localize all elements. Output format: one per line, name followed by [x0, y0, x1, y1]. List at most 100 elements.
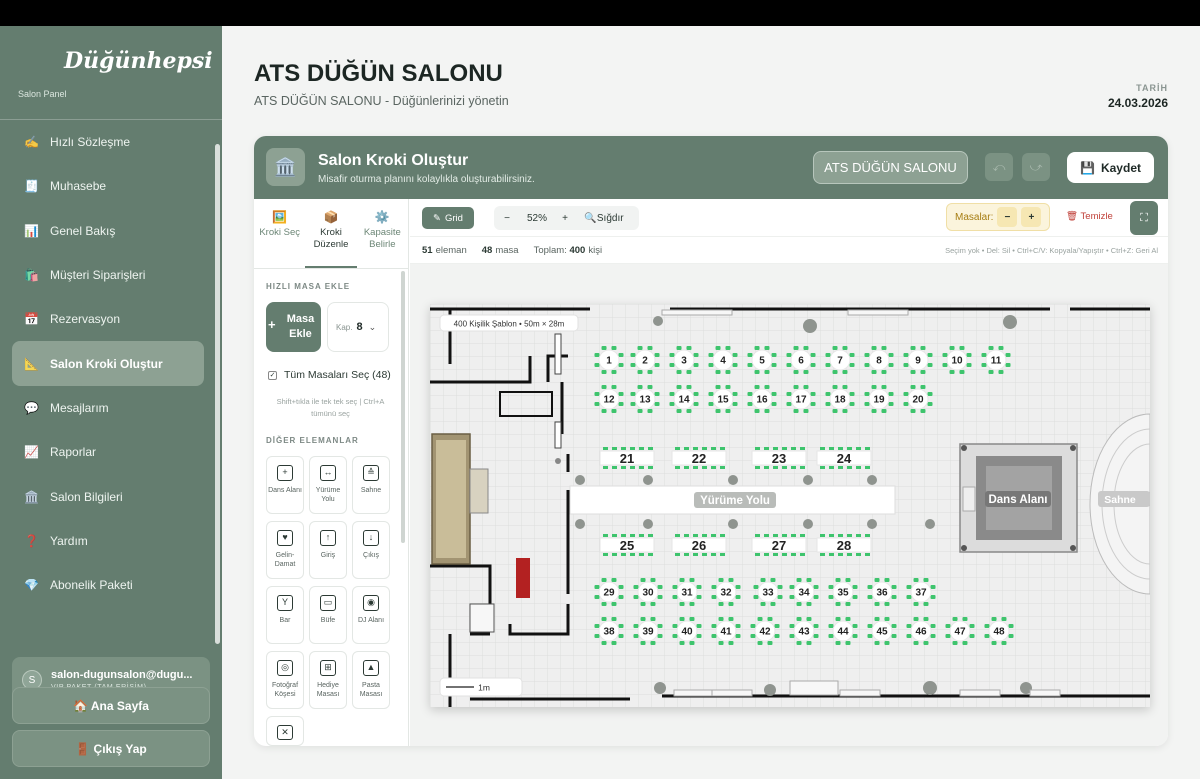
element-tile[interactable]: ◎ Fotoğraf Köşesi: [266, 651, 304, 709]
home-button[interactable]: 🏠 Ana Sayfa: [12, 687, 210, 724]
chair: [708, 401, 714, 406]
element-tile[interactable]: ↔ Yürüme Yolu: [309, 456, 347, 514]
sidebar-item-mesajlarim[interactable]: 💬 Mesajlarım: [12, 386, 204, 430]
chair: [618, 624, 624, 629]
chair: [689, 641, 695, 646]
salon-select-button[interactable]: ATS DÜĞÜN SALONU: [813, 151, 968, 184]
chair: [810, 362, 816, 367]
sidebar-item-muhasebe[interactable]: 🧾 Muhasebe: [12, 164, 204, 208]
chair: [693, 466, 698, 469]
add-table-quick-button[interactable]: +: [1021, 207, 1042, 227]
triangle-ruler-icon: 📐: [24, 356, 39, 371]
sidebar-item-rezervasyon[interactable]: 📅 Rezervasyon: [12, 297, 204, 341]
zoom-out-button[interactable]: −: [494, 213, 520, 224]
panel-scrollbar[interactable]: [401, 271, 405, 543]
sidebar-item-salon-kroki[interactable]: 📐 Salon Kroki Oluştur: [12, 341, 204, 386]
element-tile[interactable]: ✕: [266, 716, 304, 746]
sidebar-scrollbar[interactable]: [215, 144, 220, 644]
element-label: Giriş: [320, 552, 336, 559]
floor-plan-svg[interactable]: Yürüme Yolu Dans Alanı Sahne 1 2 3 4 5 6…: [430, 304, 1151, 707]
tab-kroki-duzenle[interactable]: 📦 Kroki Düzenle: [305, 199, 357, 268]
chair: [676, 345, 682, 350]
capacity-select[interactable]: Kap. 8 ⌄: [327, 302, 389, 352]
table-number: 25: [620, 538, 634, 553]
chair: [952, 616, 958, 621]
table-number: 12: [603, 395, 615, 406]
logout-button[interactable]: 🚪 Çıkış Yap: [12, 730, 210, 767]
element-label: Fotoğraf Köşesi: [271, 682, 299, 698]
add-table-button[interactable]: + Masa Ekle: [266, 302, 321, 352]
chair: [774, 624, 780, 629]
chair: [755, 447, 760, 450]
chair: [867, 624, 873, 629]
zoom-in-button[interactable]: +: [554, 213, 576, 224]
brand-logo[interactable]: Düğünhepsi: [64, 48, 213, 74]
element-tile[interactable]: ↓ Çıkış: [352, 521, 390, 579]
tab-kroki-sec[interactable]: 🖼️ Kroki Seç: [254, 199, 305, 268]
editor-subtitle: Misafir oturma planını kolaylıkla oluştu…: [318, 174, 535, 185]
element-label: Çıkış: [363, 552, 379, 559]
save-icon: 💾: [1080, 160, 1095, 175]
sidebar-item-abonelik[interactable]: 💎 Abonelik Paketi: [12, 563, 204, 607]
chair: [770, 602, 776, 607]
table-number: 19: [873, 395, 885, 406]
table-number: 17: [795, 395, 807, 406]
canvas-area[interactable]: Yürüme Yolu Dans Alanı Sahne 1 2 3 4 5 6…: [410, 264, 1168, 746]
remove-table-button[interactable]: −: [997, 207, 1018, 227]
sidebar-item-genel-bakis[interactable]: 📊 Genel Bakış: [12, 209, 204, 253]
walkway[interactable]: Yürüme Yolu: [569, 485, 896, 515]
undo-icon[interactable]: ⤺: [985, 153, 1013, 181]
chair: [679, 616, 685, 621]
sidebar-item-yardim[interactable]: ❓ Yardım: [12, 519, 204, 563]
element-tile[interactable]: ▲ Pasta Masası: [352, 651, 390, 709]
chair: [612, 466, 617, 469]
editor-title: Salon Kroki Oluştur: [318, 152, 469, 169]
element-tile[interactable]: ⊞ Hediye Masası: [309, 651, 347, 709]
grid-toggle-button[interactable]: ✎ Grid: [422, 207, 474, 229]
chair: [923, 577, 929, 582]
user-email: salon-dugunsalon@dugu...: [51, 669, 193, 681]
chair: [942, 362, 948, 367]
select-all-tables[interactable]: ✓ Tüm Masaları Seç (48): [268, 369, 391, 381]
chair: [764, 384, 770, 389]
chair: [865, 553, 870, 556]
chair: [884, 577, 890, 582]
chair: [803, 345, 809, 350]
chair: [829, 447, 834, 450]
element-tile[interactable]: ◉ DJ Alanı: [352, 586, 390, 644]
sidebar-item-musteri-siparisleri[interactable]: 🛍️ Müşteri Siparişleri: [12, 253, 204, 297]
magnifier-icon: 🔍: [584, 212, 597, 224]
table-number: 42: [759, 627, 771, 638]
chair: [732, 401, 738, 406]
element-tile[interactable]: ♥ Gelin-Damat: [266, 521, 304, 579]
sidebar-item-hizli-sozlesme[interactable]: ✍️ Hızlı Sözleşme: [12, 120, 204, 164]
chair: [764, 409, 770, 414]
element-tile[interactable]: ▭ Büfe: [309, 586, 347, 644]
chair: [884, 602, 890, 607]
element-tile[interactable]: Y Bar: [266, 586, 304, 644]
table-number: 32: [720, 588, 732, 599]
chair: [930, 624, 936, 629]
chair: [675, 466, 680, 469]
chair: [847, 466, 852, 469]
chair: [793, 409, 799, 414]
fit-button[interactable]: 🔍Sığdır: [576, 213, 632, 224]
sidebar-item-salon-bilgileri[interactable]: 🏛️ Salon Bilgileri: [12, 474, 204, 518]
fullscreen-icon[interactable]: ⛶: [1130, 201, 1158, 235]
scale-indicator: 1m: [439, 677, 523, 697]
chair: [920, 345, 926, 350]
chair: [686, 345, 692, 350]
element-icon: ◎: [277, 660, 293, 676]
dance-floor[interactable]: Dans Alanı: [959, 443, 1078, 553]
element-tile[interactable]: ↑ Giriş: [309, 521, 347, 579]
sidebar-item-raporlar[interactable]: 📈 Raporlar: [12, 430, 204, 474]
tab-kapasite-belirle[interactable]: ⚙️ Kapasite Belirle: [357, 199, 408, 268]
chair: [618, 633, 624, 638]
clear-button[interactable]: 🗑 Temizle: [1066, 211, 1113, 222]
redo-icon[interactable]: ⤻: [1022, 153, 1050, 181]
save-button[interactable]: 💾 Kaydet: [1067, 152, 1154, 183]
element-tile[interactable]: ≙ Sahne: [352, 456, 390, 514]
chair: [842, 409, 848, 414]
checkbox[interactable]: ✓: [268, 370, 277, 380]
element-tile[interactable]: + Dans Alanı: [266, 456, 304, 514]
